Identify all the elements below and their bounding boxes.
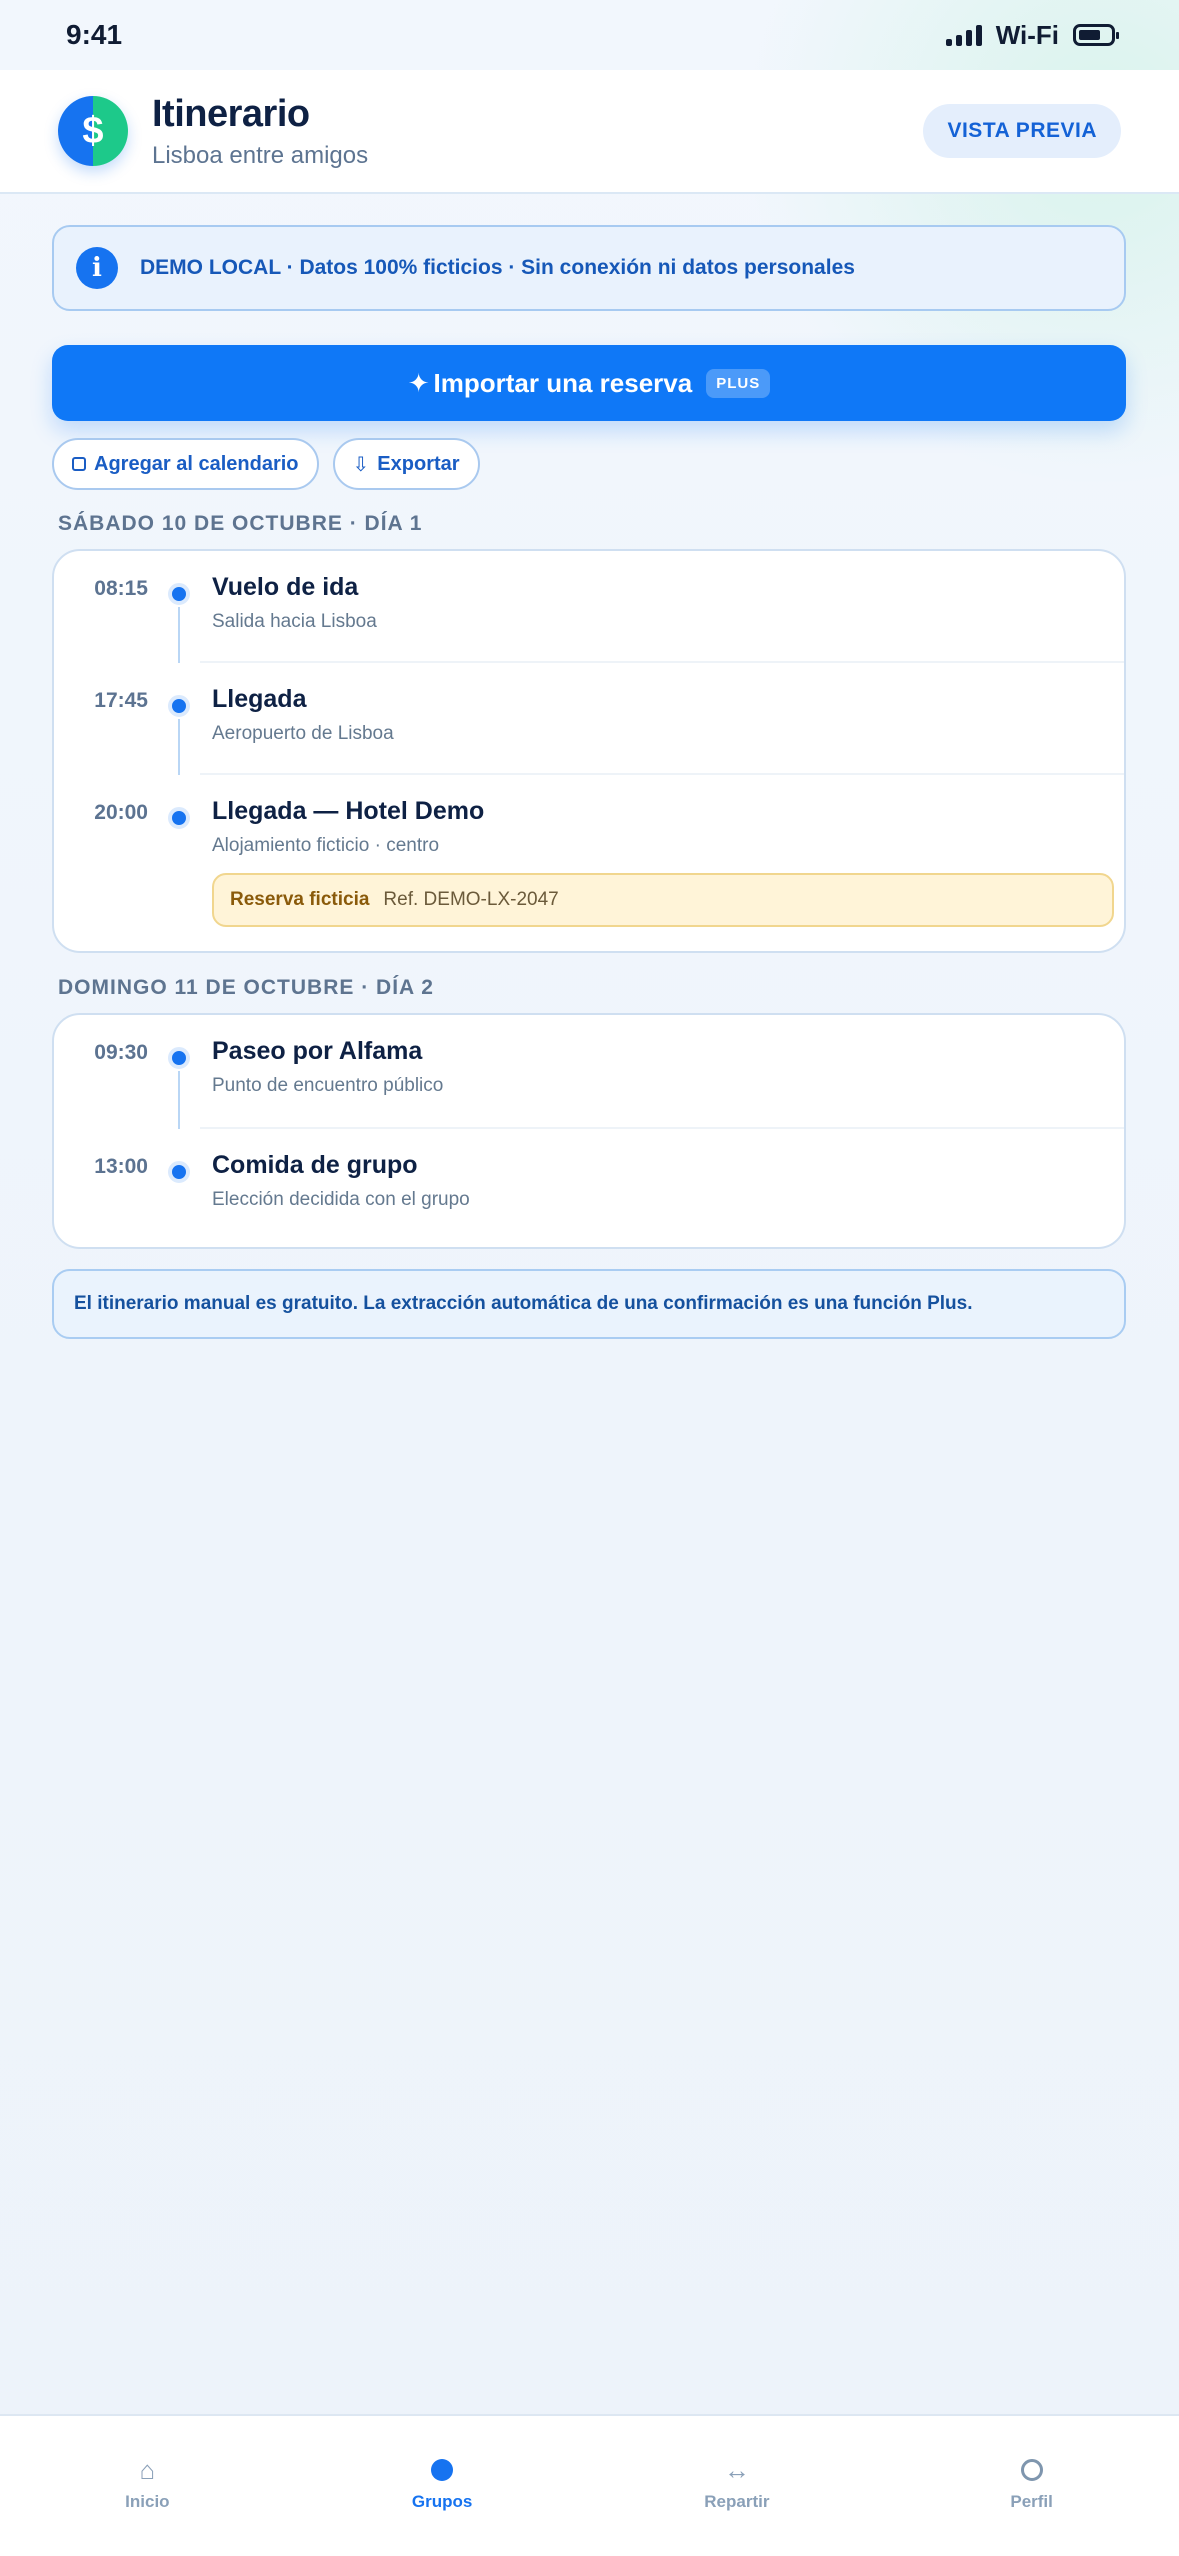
event-subtitle: Salida hacia Lisboa <box>212 611 377 632</box>
tab-perfil[interactable]: Perfil <box>884 2416 1179 2556</box>
timeline-dot-icon <box>168 1161 190 1183</box>
timeline-line <box>178 607 180 663</box>
demo-banner-text: DEMO LOCAL · Datos 100% ficticios · Sin … <box>140 256 855 279</box>
event-title: Paseo por Alfama <box>212 1037 423 1065</box>
tab-label: Inicio <box>125 2492 170 2511</box>
signal-icon <box>945 24 982 46</box>
info-icon: i <box>76 247 118 289</box>
profile-icon <box>1020 2456 1043 2484</box>
reservation-reference: Ref. DEMO-LX-2047 <box>383 889 559 910</box>
calendar-icon <box>72 457 86 471</box>
timeline-line <box>178 719 180 775</box>
timeline-line <box>178 1071 180 1129</box>
timeline-event[interactable]: 13:00 Comida de grupo Elección decidida … <box>54 1129 1124 1247</box>
app-logo: $ <box>58 96 128 166</box>
tab-grupos[interactable]: Grupos <box>295 2416 590 2556</box>
preview-button[interactable]: VISTA PREVIA <box>923 104 1121 158</box>
event-time: 17:45 <box>94 689 148 712</box>
header-text: Itinerario Lisboa entre amigos <box>152 93 368 170</box>
day-heading: DOMINGO 11 DE OCTUBRE · DÍA 2 <box>58 976 434 999</box>
day-heading: SÁBADO 10 DE OCTUBRE · DÍA 1 <box>58 512 423 535</box>
dollar-icon: $ <box>82 109 104 152</box>
tab-label: Grupos <box>411 2492 473 2511</box>
add-to-calendar-label: Agregar al calendario <box>94 452 299 475</box>
add-to-calendar-button[interactable]: Agregar al calendario <box>52 438 319 490</box>
timeline-dot-icon <box>168 695 190 717</box>
event-time: 13:00 <box>94 1155 148 1178</box>
timeline-event[interactable]: 20:00 Llegada — Hotel Demo Alojamiento f… <box>54 775 1124 951</box>
export-button[interactable]: ⇩ Exportar <box>332 438 480 490</box>
itinerary-actions: Agregar al calendario ⇩ Exportar <box>52 438 480 490</box>
event-time: 20:00 <box>94 801 148 824</box>
tab-label: Perfil <box>1010 2492 1053 2511</box>
day-card: 08:15 Vuelo de ida Salida hacia Lisboa 1… <box>52 549 1126 953</box>
day-card: 09:30 Paseo por Alfama Punto de encuentr… <box>52 1013 1126 1249</box>
event-time: 09:30 <box>94 1041 148 1064</box>
event-title: Llegada <box>212 685 307 713</box>
plus-badge: PLUS <box>706 368 771 398</box>
import-reservation-button[interactable]: ✦ Importar una reserva PLUS <box>52 345 1126 421</box>
sparkle-icon: ✦ <box>407 367 430 398</box>
page-title: Itinerario <box>152 92 310 135</box>
reservation-label: Reserva ficticia <box>230 889 370 910</box>
plus-info-note: El itinerario manual es gratuito. La ext… <box>52 1269 1126 1339</box>
event-subtitle: Alojamiento ficticio · centro <box>212 835 440 856</box>
timeline-dot-icon <box>168 807 190 829</box>
event-title: Llegada — Hotel Demo <box>212 797 485 825</box>
timeline-dot-icon <box>168 1047 190 1069</box>
import-button-label: ✦ Importar una reserva <box>407 367 693 398</box>
status-time: 9:41 <box>66 19 123 50</box>
home-icon: ⌂ <box>139 2454 156 2485</box>
event-subtitle: Elección decidida con el grupo <box>212 1189 470 1210</box>
timeline-event[interactable]: 08:15 Vuelo de ida Salida hacia Lisboa <box>54 551 1124 663</box>
timeline-event[interactable]: 17:45 Llegada Aeropuerto de Lisboa <box>54 663 1124 775</box>
event-title: Vuelo de ida <box>212 573 359 601</box>
battery-icon <box>1073 24 1119 46</box>
demo-banner: i DEMO LOCAL · Datos 100% ficticios · Si… <box>52 225 1126 311</box>
tab-label: Repartir <box>704 2492 770 2511</box>
tab-bar: ⌂ Inicio Grupos ↔ Repartir Perfil <box>0 2414 1179 2556</box>
export-label: Exportar <box>377 452 460 475</box>
app-header: $ Itinerario Lisboa entre amigos VISTA P… <box>0 70 1179 194</box>
split-icon: ↔ <box>723 2454 750 2485</box>
wifi-label: Wi-Fi <box>995 19 1059 50</box>
reservation-badge: Reserva ficticia Ref. DEMO-LX-2047 <box>212 873 1114 927</box>
tab-inicio[interactable]: ⌂ Inicio <box>0 2416 295 2556</box>
status-indicators: Wi-Fi <box>945 19 1119 51</box>
tab-repartir[interactable]: ↔ Repartir <box>590 2416 885 2556</box>
event-title: Comida de grupo <box>212 1151 418 1179</box>
download-icon: ⇩ <box>352 453 370 476</box>
status-bar: 9:41 Wi-Fi <box>0 0 1179 70</box>
event-time: 08:15 <box>94 577 148 600</box>
groups-icon <box>431 2456 454 2484</box>
event-subtitle: Punto de encuentro público <box>212 1075 444 1096</box>
timeline-dot-icon <box>168 583 190 605</box>
page-subtitle: Lisboa entre amigos <box>152 141 369 169</box>
timeline-event[interactable]: 09:30 Paseo por Alfama Punto de encuentr… <box>54 1015 1124 1129</box>
event-subtitle: Aeropuerto de Lisboa <box>212 723 394 744</box>
